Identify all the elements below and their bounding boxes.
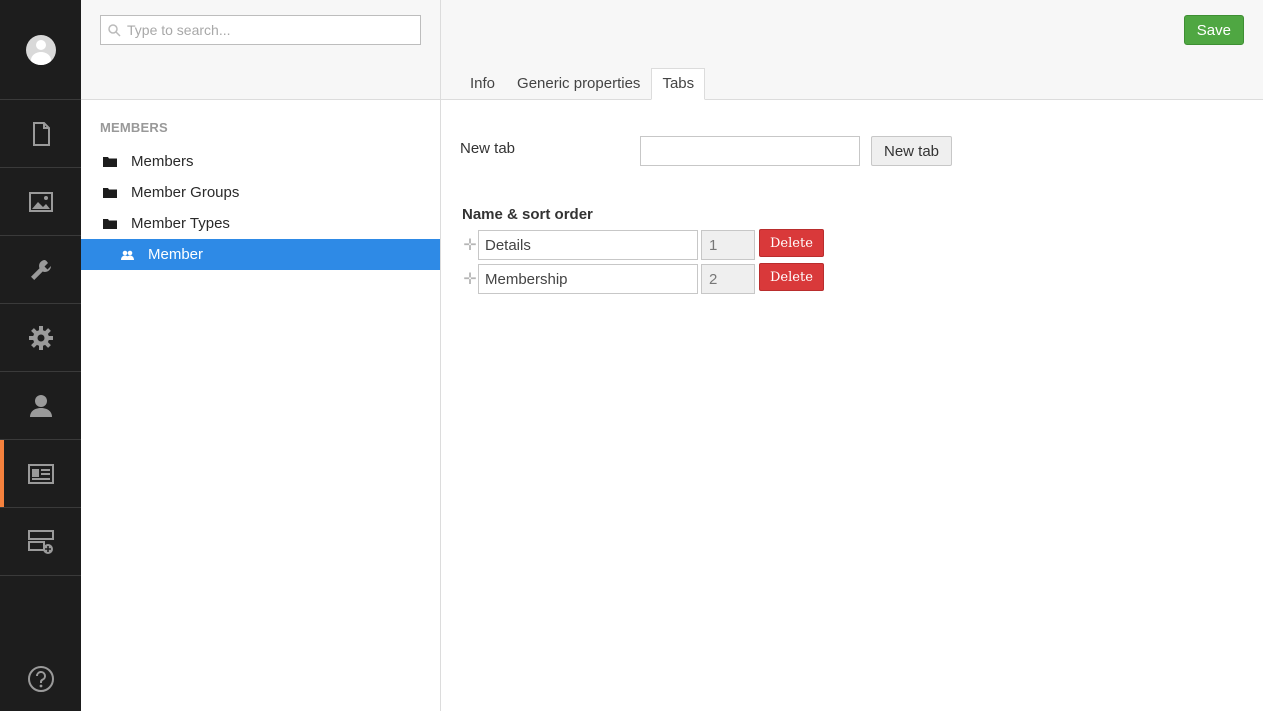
delete-tab-button[interactable]: Delete xyxy=(759,229,824,257)
user-avatar-area xyxy=(0,0,81,100)
tab-sort-order-input[interactable] xyxy=(701,264,755,294)
tab-sort-order-input[interactable] xyxy=(701,230,755,260)
section-settings[interactable] xyxy=(0,304,81,372)
tab-tabs[interactable]: Tabs xyxy=(651,68,706,100)
tree-node-member-groups[interactable]: Member Groups xyxy=(81,177,440,208)
app-navigation-rail xyxy=(0,0,81,711)
tabs-editor: New tab New tab Name & sort order ✛ Dele… xyxy=(441,100,1263,296)
tree-node-members[interactable]: Members xyxy=(81,146,440,177)
folder-icon xyxy=(103,157,117,167)
tab-name-input[interactable] xyxy=(478,230,698,260)
tree-header xyxy=(81,0,440,100)
delete-tab-button[interactable]: Delete xyxy=(759,263,824,291)
new-tab-input[interactable] xyxy=(640,136,860,166)
section-users[interactable] xyxy=(0,372,81,440)
media-icon xyxy=(28,191,53,212)
content-icon xyxy=(32,121,50,146)
tab-info[interactable]: Info xyxy=(459,68,506,100)
forms-icon xyxy=(27,529,54,554)
section-members[interactable] xyxy=(0,440,81,508)
tab-list: ✛ Delete ✛ Delete xyxy=(460,228,1244,296)
tree-node-label: Members xyxy=(131,153,194,170)
tree-node-member-types[interactable]: Member Types xyxy=(81,208,440,239)
tree-node-member[interactable]: Member xyxy=(81,239,440,270)
editor-panel: Save Info Generic properties Tabs New ta… xyxy=(441,0,1263,711)
wrench-icon xyxy=(30,259,51,280)
section-developer[interactable] xyxy=(0,236,81,304)
new-tab-button[interactable]: New tab xyxy=(871,136,953,166)
folder-icon xyxy=(103,188,117,198)
search-box[interactable] xyxy=(100,15,421,45)
tree-node-label: Member Types xyxy=(131,215,230,232)
search-input[interactable] xyxy=(127,22,407,38)
sort-order-title: Name & sort order xyxy=(462,206,593,223)
new-tab-row: New tab New tab xyxy=(460,136,1244,176)
folder-icon xyxy=(103,219,117,229)
tree-panel: MEMBERS Members Member Groups Member Typ… xyxy=(81,0,441,711)
tree-node-label: Member Groups xyxy=(131,184,240,201)
save-button[interactable]: Save xyxy=(1183,15,1244,45)
member-type-icon xyxy=(121,250,134,260)
section-forms[interactable] xyxy=(0,508,81,576)
section-media[interactable] xyxy=(0,168,81,236)
user-icon xyxy=(29,394,52,417)
drag-handle-icon[interactable]: ✛ xyxy=(462,235,478,255)
gear-icon xyxy=(28,325,53,350)
section-content[interactable] xyxy=(0,100,81,168)
help-icon xyxy=(27,666,54,692)
user-avatar[interactable] xyxy=(25,34,56,65)
help-button[interactable] xyxy=(0,665,81,693)
tab-name-input[interactable] xyxy=(478,264,698,294)
tree-node-label: Member xyxy=(148,246,204,263)
drag-handle-icon[interactable]: ✛ xyxy=(462,269,478,289)
search-icon xyxy=(108,24,121,37)
editor-header: Save Info Generic properties Tabs xyxy=(441,0,1263,100)
tab-row: ✛ Delete xyxy=(460,262,1244,296)
tab-generic-properties[interactable]: Generic properties xyxy=(506,68,651,100)
tree-section-title: MEMBERS xyxy=(100,120,168,135)
editor-tabs: Info Generic properties Tabs xyxy=(459,68,706,100)
id-card-icon xyxy=(27,463,54,484)
new-tab-label: New tab xyxy=(460,140,516,157)
tab-row: ✛ Delete xyxy=(460,228,1244,262)
